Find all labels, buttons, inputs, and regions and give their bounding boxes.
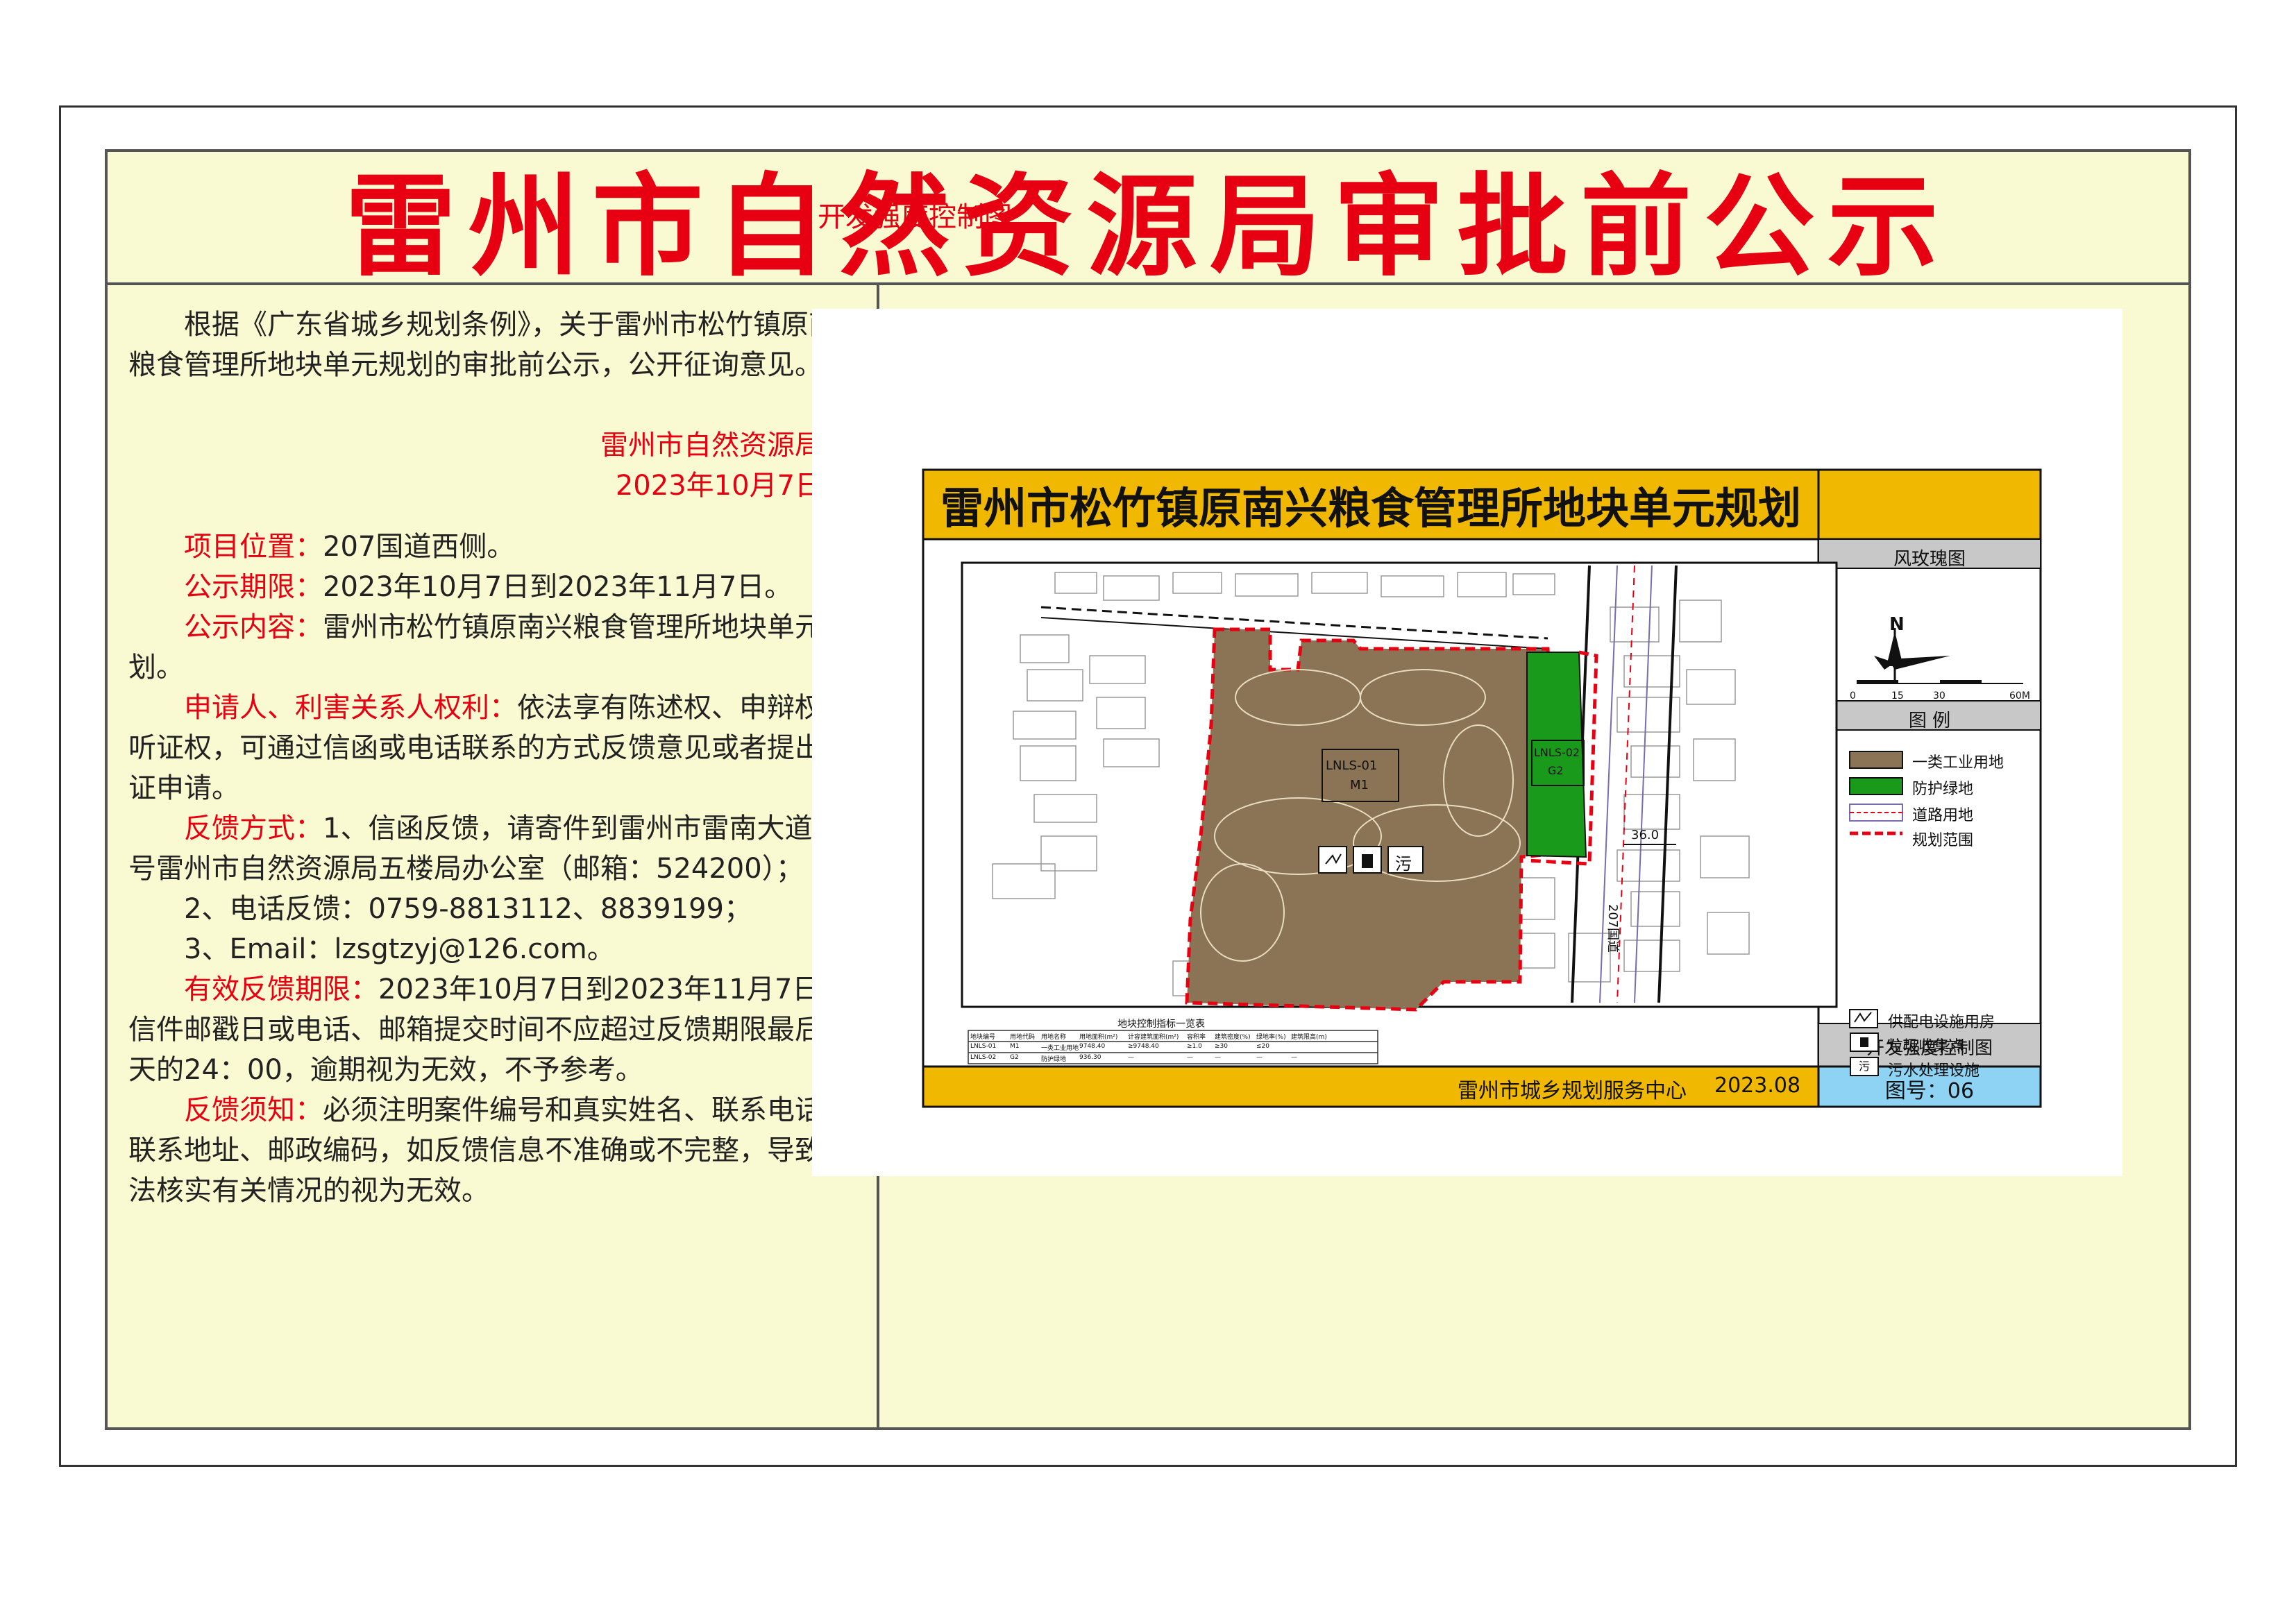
table-cell: — bbox=[1256, 1054, 1263, 1061]
planning-drawing: 雷州市松竹镇原南兴粮食管理所地块单元规划 风玫瑰图 N 0 15 30 60M … bbox=[812, 309, 2122, 1176]
organization: 雷州市城乡规划服务中心 bbox=[1458, 1079, 1687, 1103]
table-header-cell: 用地名称 bbox=[1041, 1034, 1067, 1041]
indicator-table-title: 地块控制指标一览表 bbox=[1117, 1019, 1205, 1030]
signer: 雷州市自然资源局 bbox=[600, 430, 822, 461]
org-date: 2023.08 bbox=[1714, 1073, 1801, 1098]
item-value: 207国道西侧。 bbox=[323, 531, 515, 563]
table-cell: ≥1.0 bbox=[1187, 1043, 1202, 1050]
item-key: 公示内容： bbox=[184, 611, 323, 643]
compass-label: 风玫瑰图 bbox=[1893, 549, 1966, 570]
item-key: 公示期限： bbox=[184, 571, 323, 603]
table-cell: ≤20 bbox=[1256, 1043, 1269, 1050]
legend-item-m1: 一类工业用地 bbox=[1912, 754, 2004, 772]
legend-item-road: 道路用地 bbox=[1912, 807, 1974, 824]
table-cell: 一类工业用地 bbox=[1041, 1045, 1079, 1052]
table-cell: LNLS-02 bbox=[970, 1054, 997, 1061]
table-cell: ≥9748.40 bbox=[1128, 1043, 1159, 1050]
scale-tick-60: 60M bbox=[2009, 690, 2030, 702]
table-header-cell: 用地面积(m²) bbox=[1079, 1034, 1118, 1041]
scale-tick-30: 30 bbox=[1933, 690, 1945, 702]
scale-tick-0: 0 bbox=[1850, 690, 1856, 702]
table-header-cell: 建筑密度(%) bbox=[1215, 1034, 1251, 1041]
table-header-cell: 地块编号 bbox=[970, 1034, 996, 1041]
legend-item-sewage: 污水处理设施 bbox=[1888, 1062, 1980, 1080]
legend-swatch-m1 bbox=[1849, 751, 1903, 769]
item-notes: 反馈须知：必须注明案件编号和真实姓名、联系电话、联系地址、邮政编码，如反馈信息不… bbox=[128, 1090, 864, 1211]
item-content: 公示内容：雷州市松竹镇原南兴粮食管理所地块单元规划。 bbox=[128, 607, 864, 688]
table-header-cell: 容积率 bbox=[1187, 1034, 1206, 1041]
notice-text: 根据《广东省城乡规划条例》，关于雷州市松竹镇原南兴粮食管理所地块单元规划的审批前… bbox=[128, 305, 864, 1211]
notice-intro: 根据《广东省城乡规划条例》，关于雷州市松竹镇原南兴粮食管理所地块单元规划的审批前… bbox=[128, 309, 864, 381]
page-title: 雷州市自然资源局审批前公示 bbox=[344, 161, 1951, 291]
side-title-strip bbox=[1817, 468, 2042, 541]
table-cell: 936.30 bbox=[1079, 1054, 1101, 1061]
table-cell: LNLS-01 bbox=[970, 1043, 997, 1050]
parcel1-code: LNLS-01 bbox=[1326, 758, 1378, 773]
scale-tick-15: 15 bbox=[1891, 690, 1904, 702]
item-key: 反馈须知： bbox=[184, 1094, 323, 1126]
table-header-cell: 绿地率(%) bbox=[1256, 1034, 1286, 1041]
table-cell: 9748.40 bbox=[1079, 1043, 1106, 1050]
road-width: 36.0 bbox=[1631, 828, 1660, 842]
table-cell: G2 bbox=[1010, 1054, 1019, 1061]
parcel1-use: M1 bbox=[1350, 778, 1369, 792]
item-key: 有效反馈期限： bbox=[184, 974, 378, 1005]
item-value: 2023年10月7日到2023年11月7日。 bbox=[323, 571, 793, 603]
item-period: 公示期限：2023年10月7日到2023年11月7日。 bbox=[128, 567, 864, 607]
item-location: 项目位置：207国道西侧。 bbox=[128, 527, 864, 567]
north-label: N bbox=[1889, 614, 1905, 635]
trash-icon bbox=[1850, 1033, 1879, 1052]
table-cell: — bbox=[1187, 1054, 1193, 1061]
map-title: 雷州市松竹镇原南兴粮食管理所地块单元规划 bbox=[940, 483, 1801, 534]
item-valid-period: 有效反馈期限：2023年10月7日到2023年11月7日。信件邮戳日或电话、邮箱… bbox=[128, 969, 864, 1090]
legend-item-power: 供配电设施用房 bbox=[1888, 1014, 1995, 1031]
road-name: 207国道 bbox=[1605, 903, 1621, 953]
title-bar: 雷州市自然资源局审批前公示 bbox=[108, 152, 2188, 291]
table-header-cell: 建筑限高(m) bbox=[1291, 1034, 1327, 1041]
legend-item-boundary: 规划范围 bbox=[1912, 832, 1974, 849]
feedback-phone: 2、电话反馈：0759-8813112、8839199； bbox=[184, 893, 752, 925]
table-cell: M1 bbox=[1010, 1043, 1020, 1050]
item-key: 反馈方式： bbox=[184, 813, 323, 844]
feedback-email: 3、Email：lzsgtzyj@126.com。 bbox=[184, 933, 615, 965]
notice-date: 2023年10月7日 bbox=[615, 470, 822, 502]
table-cell: — bbox=[1215, 1054, 1221, 1061]
sewage-symbol: 污 bbox=[1395, 854, 1412, 874]
item-key: 项目位置： bbox=[184, 531, 323, 563]
table-header-cell: 计容建筑面积(m²) bbox=[1128, 1034, 1179, 1041]
sewage-icon: 污 bbox=[1850, 1057, 1879, 1076]
item-rights: 申请人、利害关系人权利：依法享有陈述权、申辩权和听证权，可通过信函或电话联系的方… bbox=[128, 688, 864, 808]
parcel2-code: LNLS-02 bbox=[1534, 746, 1580, 759]
legend-item-g2: 防护绿地 bbox=[1912, 781, 1974, 798]
legend-swatch-g2 bbox=[1849, 777, 1903, 795]
table-cell: ≥30 bbox=[1215, 1043, 1228, 1050]
table-cell: 防护绿地 bbox=[1041, 1056, 1067, 1063]
legend-label: 图 例 bbox=[1908, 711, 1951, 731]
item-key: 申请人、利害关系人权利： bbox=[184, 692, 517, 724]
item-feedback-method: 反馈方式：1、信函反馈，请寄件到雷州市雷南大道55号雷州市自然资源局五楼局办公室… bbox=[128, 808, 864, 889]
table-cell: — bbox=[1291, 1054, 1297, 1061]
table-cell: — bbox=[1128, 1054, 1134, 1061]
parcel2-use: G2 bbox=[1548, 764, 1564, 777]
table-header-cell: 用地代码 bbox=[1010, 1034, 1036, 1041]
section-heading: 开发强度控制图 bbox=[818, 201, 1012, 233]
